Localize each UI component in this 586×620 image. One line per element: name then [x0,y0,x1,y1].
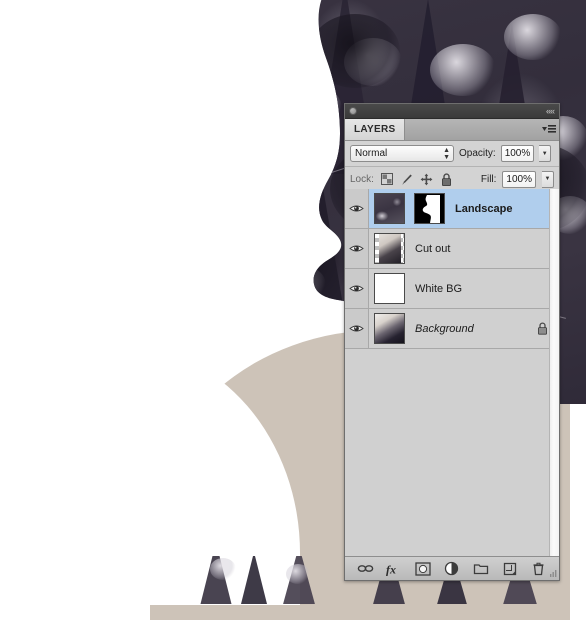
layer-locked-icon [537,322,549,335]
tree-icon [502,578,538,604]
table-row[interactable]: White BG [345,269,559,309]
blend-mode-row[interactable]: Normal ▲ ▼ Opacity: 100% ▼ [345,141,559,167]
layers-panel-footer[interactable]: fx [345,556,559,580]
panel-titlebar[interactable]: «« [345,104,559,119]
lock-label: Lock: [350,173,374,185]
snow-highlight [430,44,496,96]
tree-icon [250,14,302,174]
move-arrows-glyph [421,173,433,185]
padlock-glyph [442,172,452,186]
folder-glyph [473,564,488,575]
panel-tab-bar[interactable]: LAYERS [345,119,559,141]
link-layers-icon[interactable] [356,560,374,578]
move-lock-icon[interactable] [420,172,434,186]
opacity-dropdown-icon[interactable]: ▼ [539,145,552,162]
layer-name[interactable]: White BG [415,283,559,295]
brush-glyph [402,174,413,184]
layer-visibility-toggle[interactable] [345,189,369,228]
fill-value: 100% [506,173,532,185]
new-layer-glyph [503,562,516,575]
layer-mask-art [415,194,444,223]
transparency-lock-icon[interactable] [380,172,394,186]
foliage-shadow [310,14,400,88]
grip-glyph [550,570,557,577]
adjustment-layer-icon[interactable] [443,560,461,578]
eye-icon [349,325,364,332]
landscape-thumbnail-art [375,194,404,223]
layer-mask-thumbnail[interactable] [414,193,445,224]
chevron-updown-icon: ▲ ▼ [443,147,450,161]
opacity-label: Opacity: [459,148,496,159]
layer-visibility-toggle[interactable] [345,269,369,308]
padlock-glyph [537,322,547,335]
snow-highlight [296,88,342,128]
layer-style-fx-icon[interactable]: fx [385,560,403,578]
all-lock-icon[interactable] [440,172,454,186]
fill-dropdown-icon[interactable]: ▼ [542,170,554,188]
snow-highlight [210,558,236,580]
table-row[interactable]: Cut out [345,229,559,269]
link-glyph [357,565,374,572]
add-layer-mask-icon[interactable] [414,560,432,578]
snow-highlight [504,14,562,60]
tab-layers-label: LAYERS [354,124,396,135]
resize-grip-icon[interactable] [548,569,557,578]
eye-icon [349,245,364,252]
fill-input[interactable]: 100% [502,170,536,188]
eye-icon [349,205,364,212]
close-icon[interactable] [349,107,357,115]
snow-highlight [222,62,276,108]
layers-panel[interactable]: «« LAYERS Normal ▲ ▼ Opacity: 100% ▼ Lock… [344,103,560,581]
foliage-shadow [228,214,348,314]
background-thumbnail[interactable] [374,313,405,344]
snow-highlight [256,20,296,54]
landscape-thumbnail[interactable] [374,193,405,224]
half-circle-glyph [445,561,459,576]
white-thumbnail[interactable] [374,273,405,304]
table-row[interactable]: Background [345,309,559,349]
layer-name[interactable]: Background [415,323,537,335]
brush-lock-icon[interactable] [400,172,414,186]
transparency-lock-glyph [380,173,393,185]
cutout-portrait-art [379,234,401,263]
snow-highlight [286,564,310,584]
layer-name[interactable]: Landscape [455,203,559,215]
layer-name[interactable]: Cut out [415,243,559,255]
svg-text:fx: fx [386,562,396,576]
trash-glyph [533,562,544,575]
eye-icon [349,285,364,292]
new-layer-icon[interactable] [501,560,519,578]
fx-glyph: fx [386,562,396,576]
mask-glyph [415,561,431,576]
tree-icon [240,556,268,604]
tab-layers[interactable]: LAYERS [345,119,406,140]
panel-menu-glyph [542,125,556,133]
layer-list[interactable]: Landscape Cut out White BG Background [345,189,559,556]
opacity-input[interactable]: 100% [500,145,535,162]
panel-menu-icon[interactable] [539,119,559,140]
white-thumbnail-art [375,274,404,303]
cutout-thumbnail[interactable] [374,233,405,264]
lower-forest [196,556,346,604]
layer-list-scrollbar[interactable] [549,189,559,556]
foliage-shadow [250,104,340,182]
fill-label: Fill: [480,173,497,185]
tree-icon [210,114,270,294]
tab-bar-filler [405,119,539,140]
background-thumbnail-art [375,314,404,343]
collapse-panel-icon[interactable]: «« [546,105,555,118]
blend-mode-value: Normal [355,148,388,159]
snow-highlight [238,174,272,204]
lower-forest-right [352,578,586,604]
tree-icon [436,578,468,604]
table-row[interactable]: Landscape [345,189,559,229]
delete-layer-icon[interactable] [529,560,547,578]
layer-visibility-toggle[interactable] [345,229,369,268]
blend-mode-select[interactable]: Normal ▲ ▼ [350,145,454,162]
new-group-icon[interactable] [472,560,490,578]
tree-icon [372,578,406,604]
layer-visibility-toggle[interactable] [345,309,369,348]
opacity-value: 100% [504,148,531,159]
